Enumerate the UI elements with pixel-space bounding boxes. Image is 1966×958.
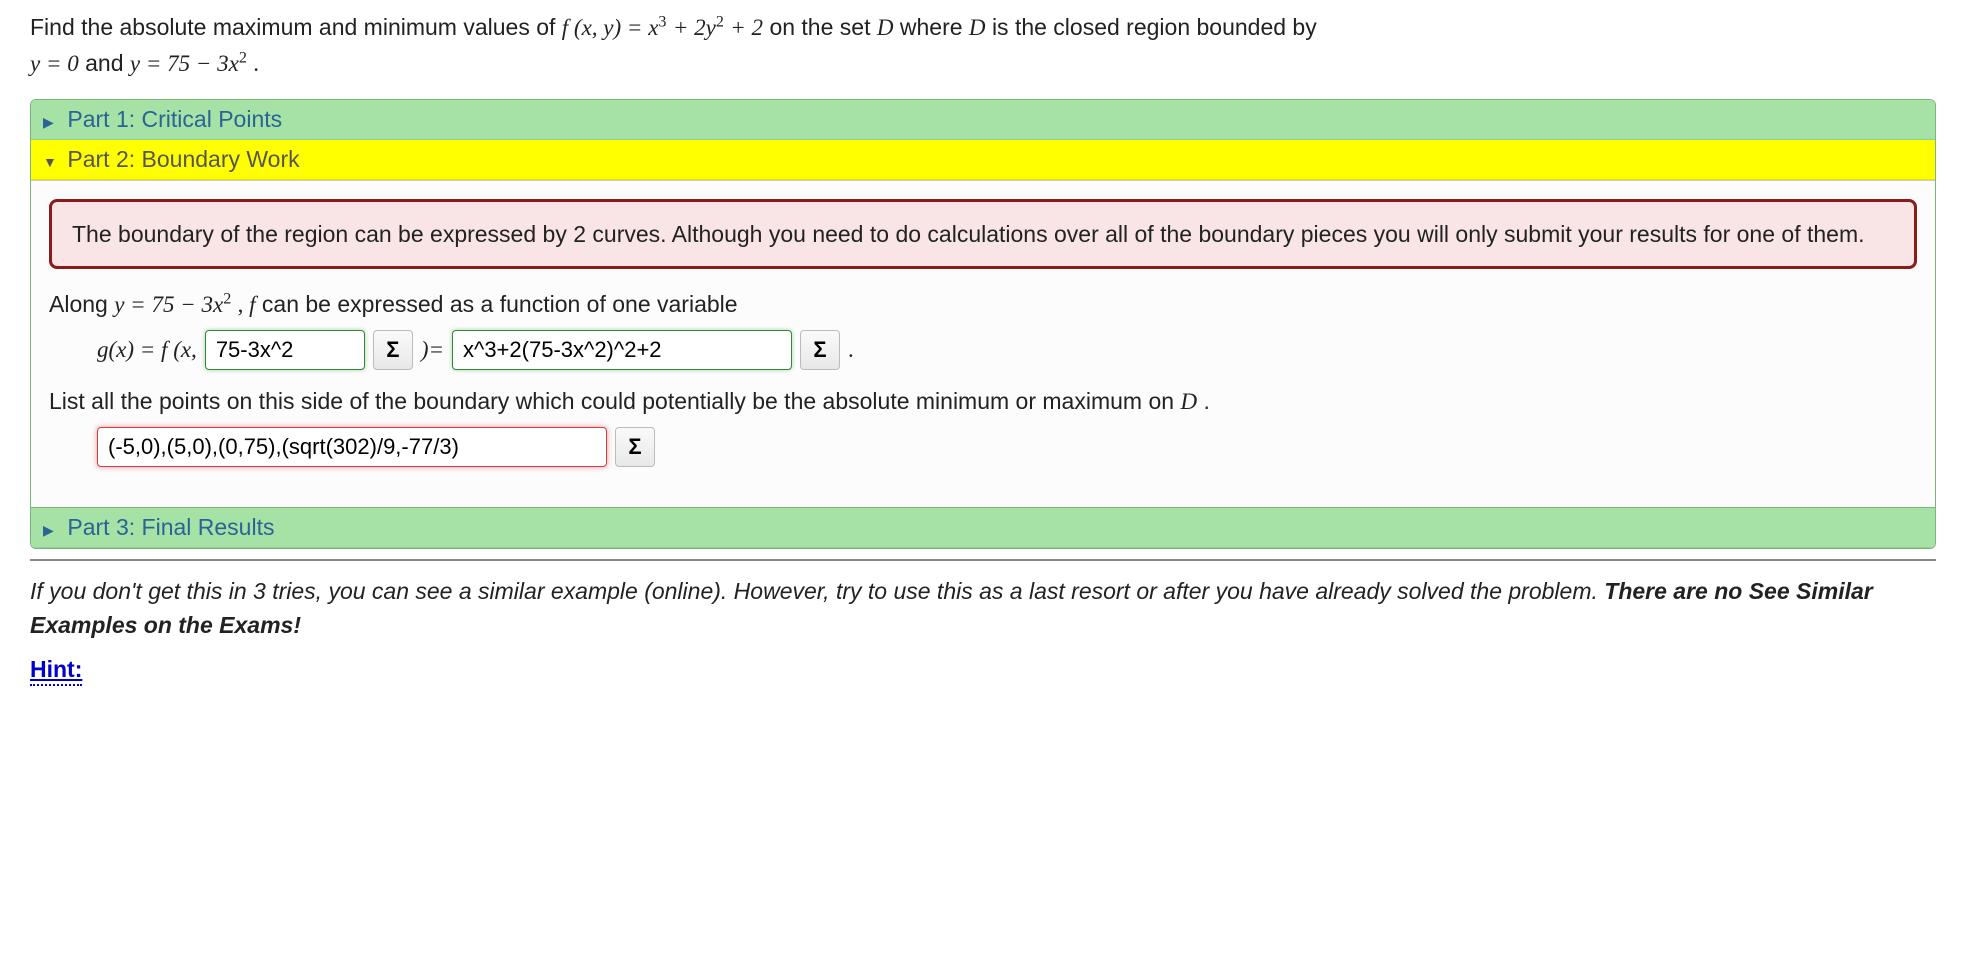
part2-body: The boundary of the region can be expres… xyxy=(31,180,1935,507)
list-points-text: List all the points on this side of the … xyxy=(49,388,1917,415)
gx-row: g(x) = f (x, Σ )= Σ . xyxy=(97,330,1917,370)
part1-header[interactable]: ▶ Part 1: Critical Points xyxy=(31,100,1935,140)
sigma-button-3[interactable]: Σ xyxy=(615,427,655,467)
prompt-fxy: f (x, y) = x xyxy=(562,15,659,40)
sigma-button-2[interactable]: Σ xyxy=(800,330,840,370)
points-row: Σ xyxy=(97,427,1917,467)
y-substitution-input[interactable] xyxy=(205,330,365,370)
gx-label: g(x) = f (x, xyxy=(97,337,197,363)
hint-link[interactable]: Hint: xyxy=(30,656,82,686)
triangle-down-icon: ▼ xyxy=(43,154,61,170)
boundary-points-input[interactable] xyxy=(97,427,607,467)
sigma-button-1[interactable]: Σ xyxy=(373,330,413,370)
along-text: Along y = 75 − 3x2 , f can be expressed … xyxy=(49,291,1917,318)
part3-title: Part 3: Final Results xyxy=(67,514,274,540)
part1-title: Part 1: Critical Points xyxy=(67,106,282,132)
boundary-warning: The boundary of the region can be expres… xyxy=(49,199,1917,269)
close-equals: )= xyxy=(421,337,444,363)
sigma-icon: Σ xyxy=(386,337,399,363)
gx-expression-input[interactable] xyxy=(452,330,792,370)
part3-header[interactable]: ▶ Part 3: Final Results xyxy=(31,507,1935,548)
prompt-pre: Find the absolute maximum and minimum va… xyxy=(30,14,562,40)
triangle-right-icon: ▶ xyxy=(43,522,61,539)
triangle-right-icon: ▶ xyxy=(43,114,61,131)
footer-note: If you don't get this in 3 tries, you ca… xyxy=(30,575,1936,642)
trailing-dot: . xyxy=(848,337,854,363)
part2-header[interactable]: ▼ Part 2: Boundary Work xyxy=(31,140,1935,180)
separator xyxy=(30,559,1936,561)
parts-accordion: ▶ Part 1: Critical Points ▼ Part 2: Boun… xyxy=(30,99,1936,549)
sigma-icon: Σ xyxy=(813,337,826,363)
problem-prompt: Find the absolute maximum and minimum va… xyxy=(30,10,1936,81)
sigma-icon: Σ xyxy=(628,434,641,460)
part2-title: Part 2: Boundary Work xyxy=(67,146,299,172)
